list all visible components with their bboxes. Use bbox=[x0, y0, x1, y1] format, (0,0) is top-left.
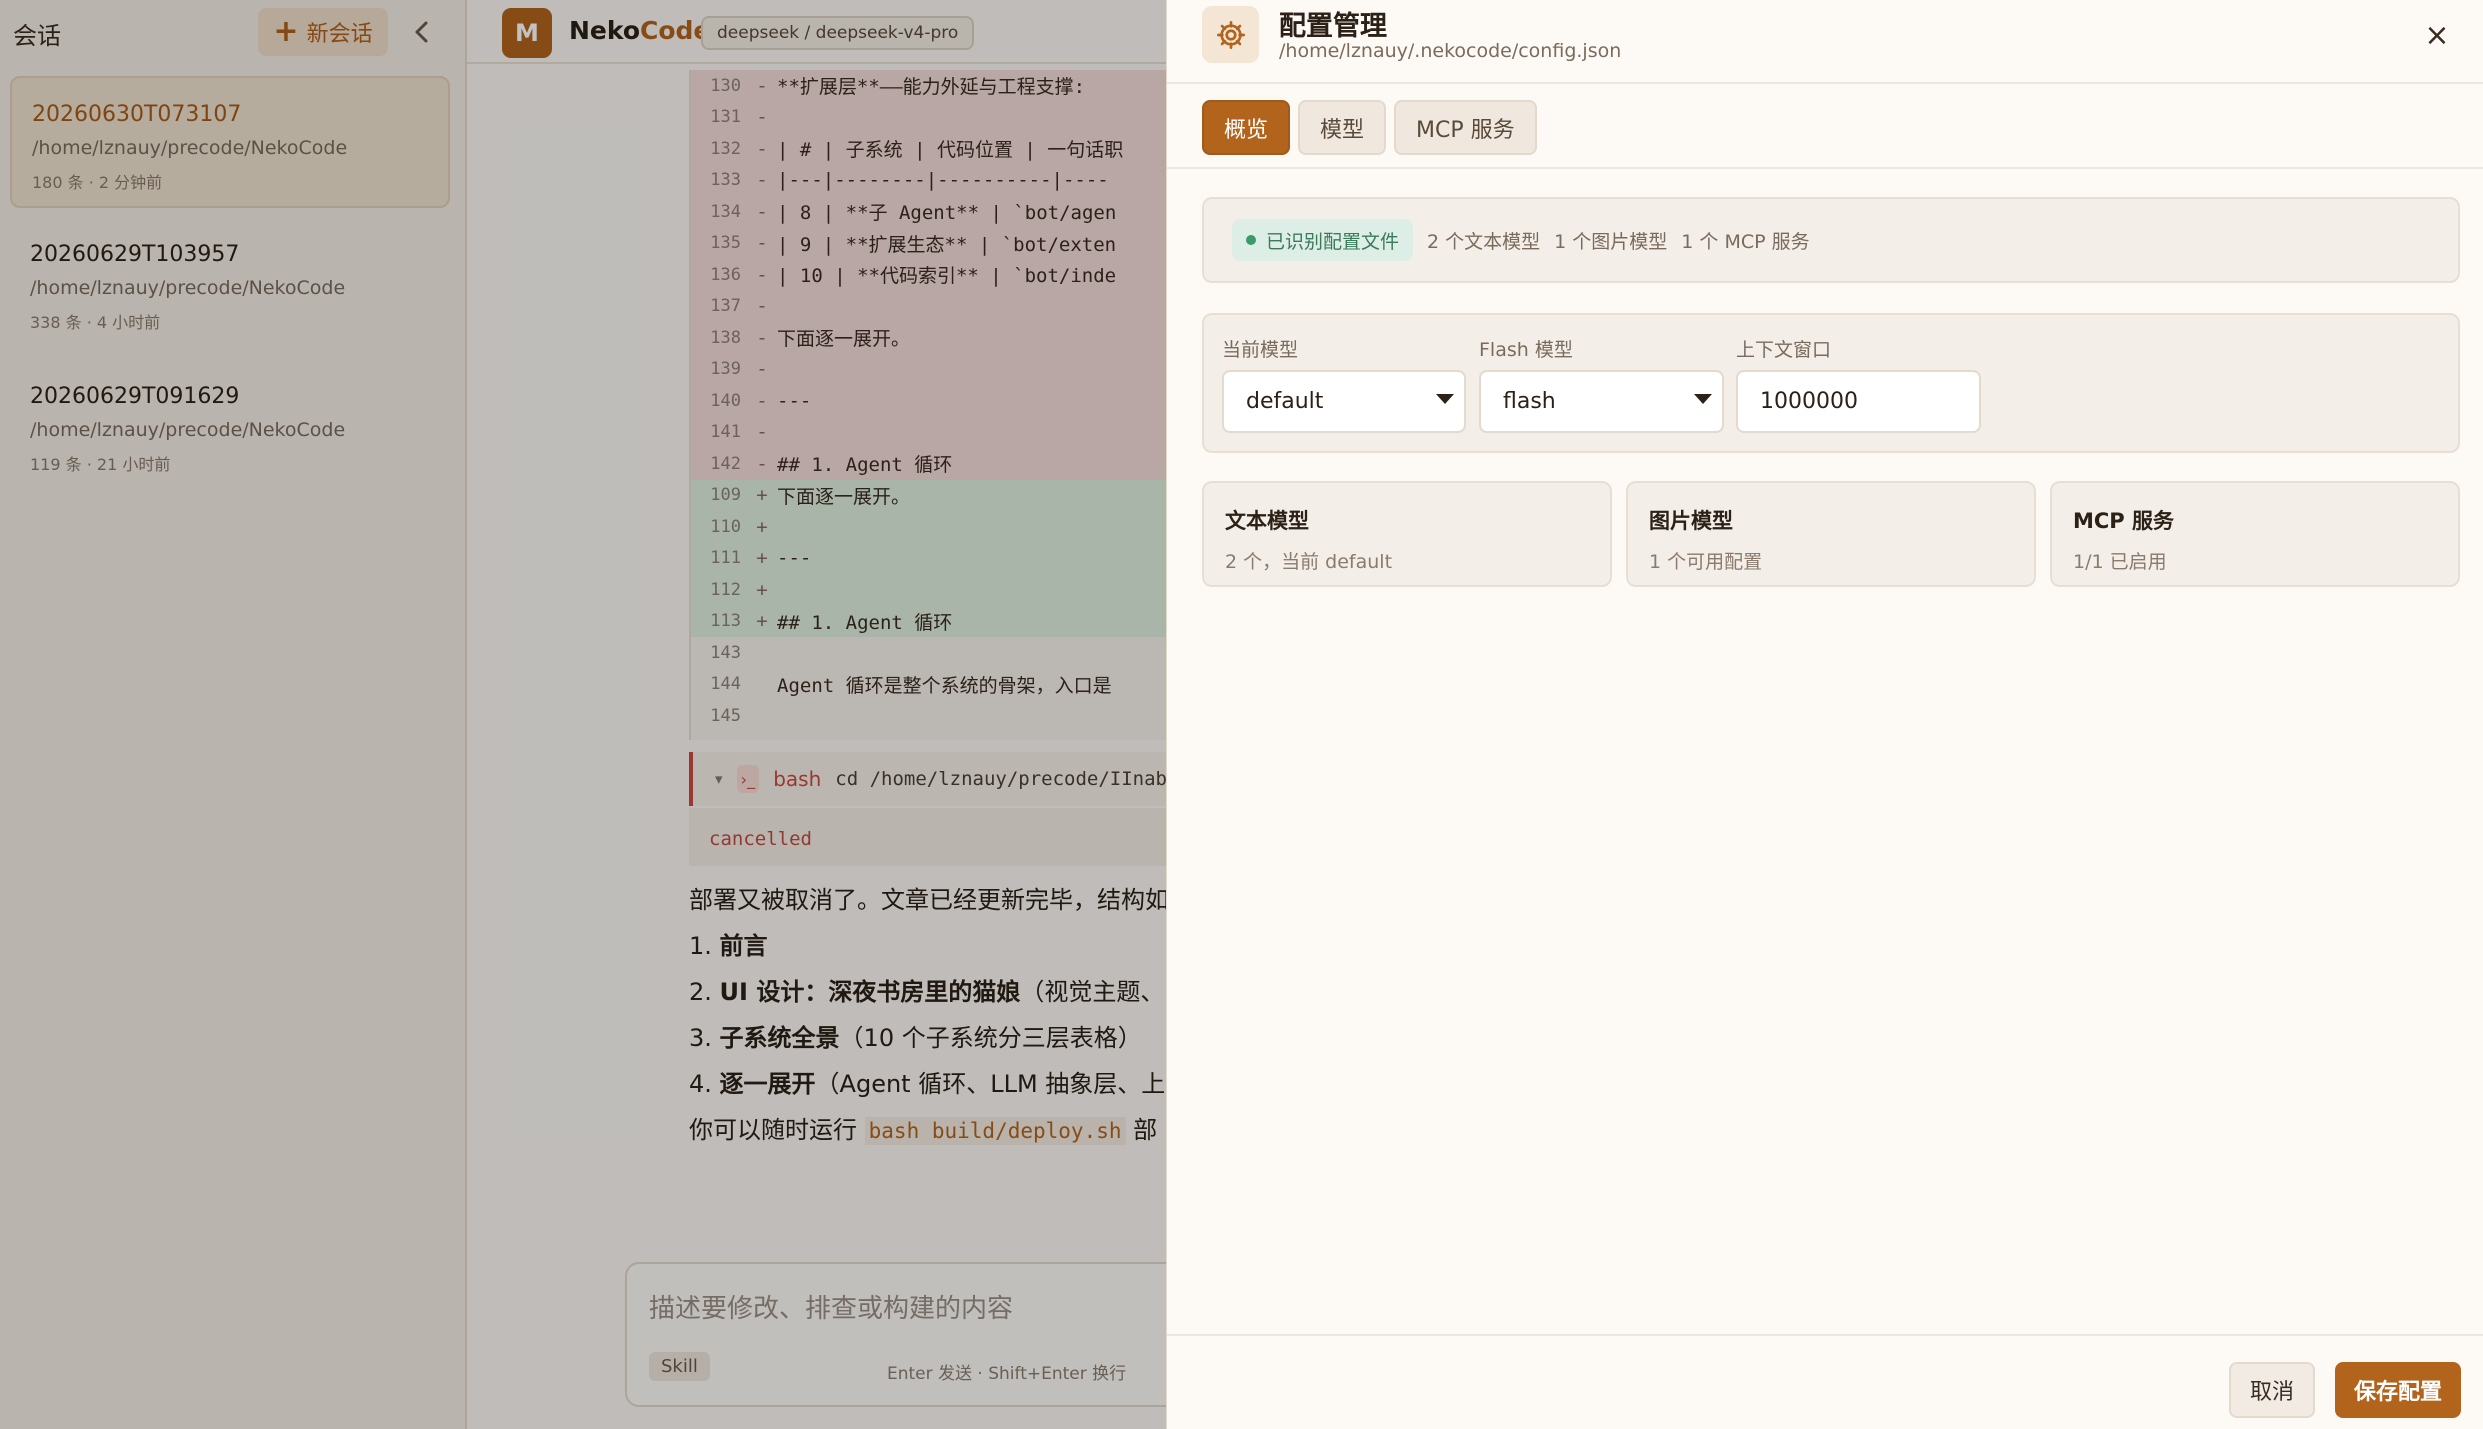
divider bbox=[1167, 82, 2483, 84]
current-model-select[interactable]: default bbox=[1222, 370, 1466, 433]
status-summary: 已识别配置文件 2 个文本模型 1 个图片模型 1 个 MCP 服务 bbox=[1202, 197, 2460, 283]
card-title: 文本模型 bbox=[1225, 509, 1309, 533]
status-mcp: 1 个 MCP 服务 bbox=[1681, 230, 1810, 253]
flash-model-select[interactable]: flash bbox=[1479, 370, 1724, 433]
text-models-card[interactable]: 文本模型 2 个，当前 default bbox=[1202, 481, 1612, 587]
tab-models[interactable]: 模型 bbox=[1298, 100, 1387, 155]
mcp-services-card[interactable]: MCP 服务 1/1 已启用 bbox=[2050, 481, 2460, 587]
status-dot-icon bbox=[1246, 235, 1256, 245]
config-panel: 配置管理 /home/lznauy/.nekocode/config.json … bbox=[1166, 0, 2483, 1429]
cancel-button[interactable]: 取消 bbox=[2229, 1362, 2315, 1418]
card-subtitle: 1 个可用配置 bbox=[1649, 551, 1763, 573]
card-subtitle: 2 个，当前 default bbox=[1225, 551, 1393, 573]
flash-model-value: flash bbox=[1503, 389, 1556, 414]
context-window-label: 上下文窗口 bbox=[1736, 339, 1832, 361]
gear-icon-svg bbox=[1216, 20, 1245, 49]
divider bbox=[1167, 167, 2483, 169]
model-settings: 当前模型 default Flash 模型 flash 上下文窗口 100000… bbox=[1202, 313, 2460, 453]
status-badge: 已识别配置文件 bbox=[1232, 219, 1414, 261]
divider bbox=[1167, 1334, 2483, 1336]
chevron-down-icon bbox=[1694, 394, 1712, 404]
status-image-models: 1 个图片模型 bbox=[1554, 230, 1668, 253]
modal-overlay[interactable] bbox=[0, 0, 1166, 1429]
save-config-button[interactable]: 保存配置 bbox=[2335, 1362, 2461, 1418]
config-path: /home/lznauy/.nekocode/config.json bbox=[1279, 40, 1622, 62]
context-window-value: 1000000 bbox=[1760, 389, 1858, 414]
card-subtitle: 1/1 已启用 bbox=[2073, 551, 2167, 573]
flash-model-label: Flash 模型 bbox=[1479, 339, 1573, 361]
tab-mcp[interactable]: MCP 服务 bbox=[1394, 100, 1537, 155]
close-icon[interactable]: × bbox=[2417, 15, 2457, 55]
card-title: MCP 服务 bbox=[2073, 509, 2175, 533]
status-text-models: 2 个文本模型 bbox=[1427, 230, 1541, 253]
chevron-down-icon bbox=[1436, 394, 1454, 404]
context-window-input[interactable]: 1000000 bbox=[1736, 370, 1981, 433]
gear-icon bbox=[1202, 6, 1259, 63]
image-models-card[interactable]: 图片模型 1 个可用配置 bbox=[1626, 481, 2036, 587]
current-model-value: default bbox=[1246, 389, 1324, 414]
status-badge-label: 已识别配置文件 bbox=[1266, 230, 1400, 253]
card-title: 图片模型 bbox=[1649, 509, 1733, 533]
tab-overview[interactable]: 概览 bbox=[1202, 100, 1291, 155]
current-model-label: 当前模型 bbox=[1222, 339, 1299, 361]
panel-title: 配置管理 bbox=[1279, 11, 1387, 42]
panel-tabs: 概览 模型 MCP 服务 bbox=[1202, 100, 1537, 155]
